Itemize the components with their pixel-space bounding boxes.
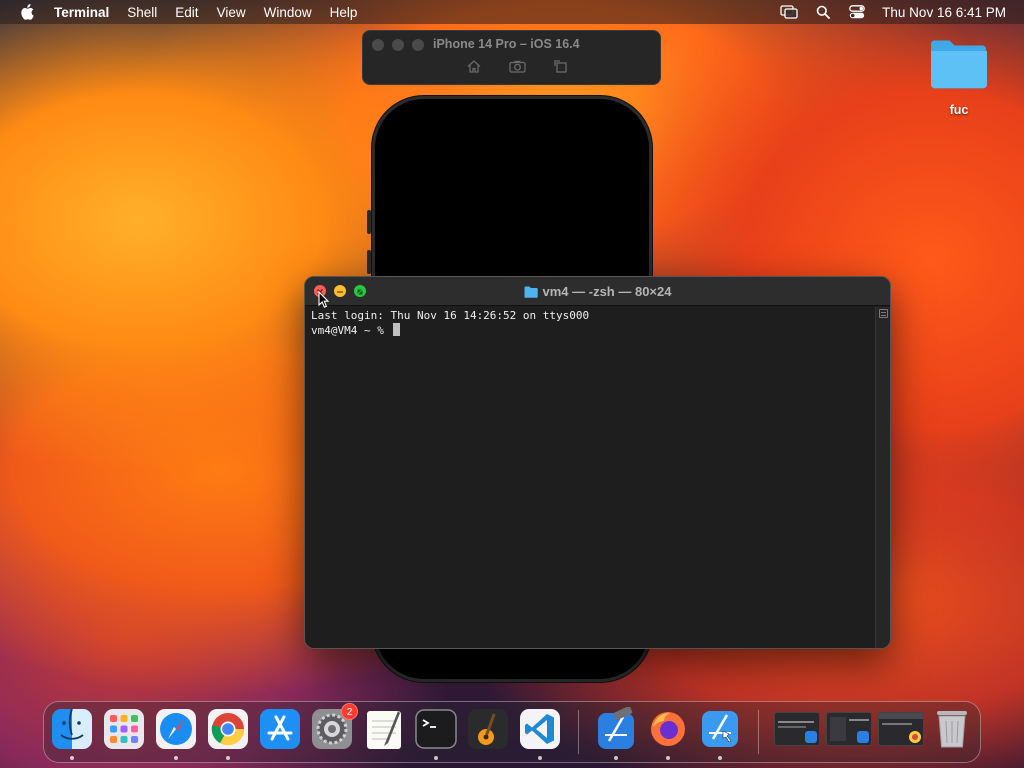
terminal-prompt-line: vm4@VM4 ~ % xyxy=(311,323,870,338)
running-indicator xyxy=(718,756,722,760)
running-indicator xyxy=(666,756,670,760)
phone-side-button xyxy=(367,210,371,234)
running-indicator xyxy=(614,756,618,760)
screen-mirroring-icon[interactable] xyxy=(772,5,806,19)
firefox-icon xyxy=(651,712,685,746)
running-indicator xyxy=(434,756,438,760)
garageband-icon xyxy=(468,709,508,749)
dock-xcode[interactable] xyxy=(594,706,638,751)
chrome-icon xyxy=(208,709,248,749)
notification-badge: 2 xyxy=(341,703,358,720)
simulator-window: iPhone 14 Pro – iOS 16.4 xyxy=(362,30,661,85)
folder-label: fuc xyxy=(949,103,969,117)
apple-menu[interactable] xyxy=(0,4,54,20)
dock-textedit[interactable] xyxy=(362,707,406,751)
dock-app-store[interactable] xyxy=(258,707,302,751)
dock-terminal[interactable] xyxy=(414,707,458,751)
simulator-minimize-button[interactable] xyxy=(392,39,404,51)
terminal-icon xyxy=(415,709,457,749)
screenshot-icon[interactable] xyxy=(509,60,526,78)
terminal-output[interactable]: Last login: Thu Nov 16 14:26:52 on ttys0… xyxy=(305,307,876,648)
menu-edit[interactable]: Edit xyxy=(166,5,207,20)
desktop-folder[interactable]: fuc xyxy=(926,38,992,117)
terminal-title-text: vm4 — -zsh — 80×24 xyxy=(542,284,672,299)
trash-icon xyxy=(937,711,967,748)
app-store-icon xyxy=(260,709,300,749)
rotate-icon[interactable] xyxy=(554,60,567,78)
minimized-window-3[interactable] xyxy=(878,712,924,746)
running-indicator xyxy=(538,756,542,760)
vscode-icon xyxy=(520,709,560,749)
folder-icon xyxy=(931,40,987,89)
minimized-window-2[interactable] xyxy=(826,712,872,746)
dock-chrome[interactable] xyxy=(206,707,250,751)
simulator-traffic-lights xyxy=(372,39,424,51)
menu-shell[interactable]: Shell xyxy=(118,5,166,20)
phone-side-button xyxy=(367,250,371,274)
simulator-icon xyxy=(702,711,738,747)
dock-separator xyxy=(758,710,759,754)
dock-separator xyxy=(578,710,579,754)
safari-icon xyxy=(156,709,196,749)
textedit-icon xyxy=(367,711,401,749)
simulator-title: iPhone 14 Pro – iOS 16.4 xyxy=(433,37,580,51)
finder-icon xyxy=(52,708,92,749)
terminal-window: vm4 — -zsh — 80×24 Last login: Thu Nov 1… xyxy=(304,276,891,649)
dock-system-settings[interactable]: 2 xyxy=(310,703,358,751)
dock-trash[interactable] xyxy=(930,707,974,751)
terminal-scrollbar[interactable] xyxy=(875,307,890,648)
xcode-icon xyxy=(598,706,634,749)
running-indicator xyxy=(70,756,74,760)
dock-simulator[interactable] xyxy=(698,707,742,751)
menu-bar: Terminal Shell Edit View Window Help Thu… xyxy=(0,0,1024,24)
search-icon[interactable] xyxy=(806,5,840,19)
home-icon[interactable] xyxy=(467,60,481,78)
dock-finder[interactable] xyxy=(50,707,94,751)
control-center-icon[interactable] xyxy=(840,5,874,19)
dock-firefox[interactable] xyxy=(646,707,690,751)
text-cursor xyxy=(393,323,401,336)
folder-icon xyxy=(524,286,538,298)
terminal-line: Last login: Thu Nov 16 14:26:52 on ttys0… xyxy=(311,309,590,322)
simulator-close-button[interactable] xyxy=(372,39,384,51)
mouse-pointer-icon xyxy=(318,291,330,308)
menu-window[interactable]: Window xyxy=(255,5,321,20)
dock-safari[interactable] xyxy=(154,707,198,751)
running-indicator xyxy=(226,756,230,760)
launchpad-icon xyxy=(104,709,144,749)
dock-vscode[interactable] xyxy=(518,707,562,751)
menu-help[interactable]: Help xyxy=(321,5,367,20)
simulator-zoom-button[interactable] xyxy=(412,39,424,51)
terminal-prompt: vm4@VM4 ~ % xyxy=(311,324,391,337)
running-indicator xyxy=(174,756,178,760)
terminal-title: vm4 — -zsh — 80×24 xyxy=(305,284,890,299)
terminal-titlebar[interactable]: vm4 — -zsh — 80×24 xyxy=(305,277,890,306)
dock-launchpad[interactable] xyxy=(102,707,146,751)
apple-icon xyxy=(21,4,34,20)
menu-clock[interactable]: Thu Nov 16 6:41 PM xyxy=(874,5,1006,20)
minimized-window-1[interactable] xyxy=(774,712,820,746)
menu-app-name[interactable]: Terminal xyxy=(54,5,118,20)
dock-garageband[interactable] xyxy=(466,707,510,751)
menu-view[interactable]: View xyxy=(208,5,255,20)
split-pane-icon[interactable] xyxy=(879,309,888,318)
